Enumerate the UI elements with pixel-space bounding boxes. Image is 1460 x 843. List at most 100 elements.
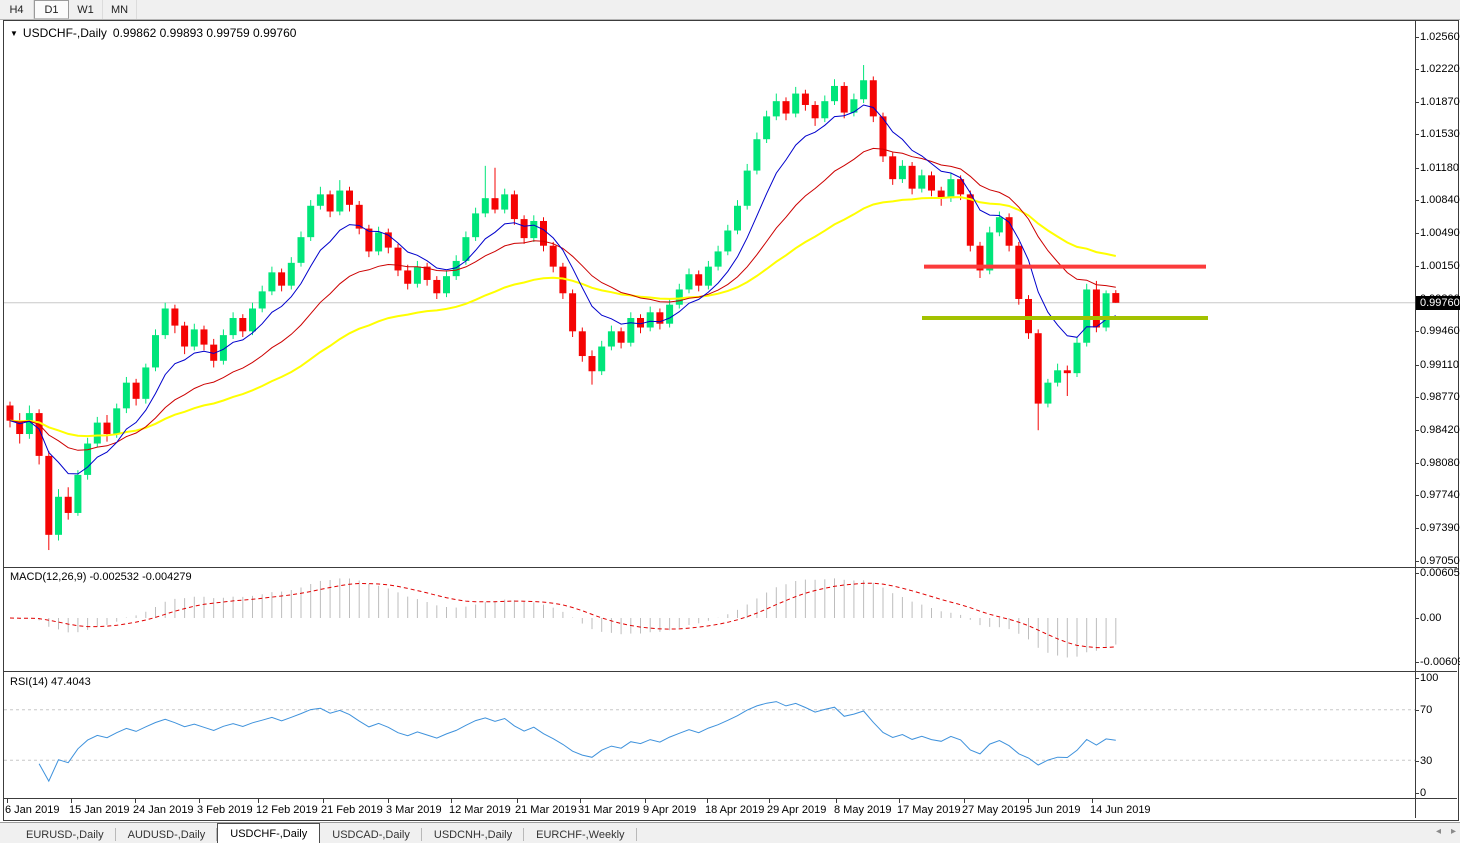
price-axis-label: 1.02560 bbox=[1420, 31, 1460, 43]
date-axis-label: 21 Mar 2019 bbox=[515, 804, 577, 816]
macd-histogram bbox=[10, 578, 1116, 657]
price-axis-label: 0.97390 bbox=[1420, 522, 1460, 534]
price-axis-label: 0.98420 bbox=[1420, 424, 1460, 436]
price-axis-label: 1.02220 bbox=[1420, 63, 1460, 75]
date-tick bbox=[899, 799, 900, 803]
chart-tab-audusddaily[interactable]: AUDUSD-,Daily bbox=[116, 826, 218, 843]
date-tick bbox=[71, 799, 72, 803]
date-axis-label: 17 May 2019 bbox=[897, 804, 961, 816]
date-tick bbox=[645, 799, 646, 803]
date-tick bbox=[199, 799, 200, 803]
date-axis-label: 9 Apr 2019 bbox=[643, 804, 696, 816]
chart-title: ▼ USDCHF-,Daily 0.99862 0.99893 0.99759 0.… bbox=[10, 26, 296, 40]
tab-scroll-right-icon[interactable]: ▸ bbox=[1451, 826, 1456, 837]
axis-tick bbox=[1416, 365, 1419, 366]
axis-tick bbox=[1416, 397, 1419, 398]
axis-tick bbox=[1416, 134, 1419, 135]
date-axis-label: 6 Jan 2019 bbox=[5, 804, 59, 816]
date-tick bbox=[580, 799, 581, 803]
axis-tick bbox=[1416, 463, 1419, 464]
date-tick bbox=[1092, 799, 1093, 803]
rsi-axis-label: 100 bbox=[1420, 672, 1438, 684]
rsi-axis-label: 0 bbox=[1420, 787, 1426, 799]
macd-axis-label: -0.006091 bbox=[1420, 656, 1460, 668]
axis-tick bbox=[1416, 495, 1419, 496]
price-axis-label: 1.00840 bbox=[1420, 194, 1460, 206]
axis-tick bbox=[1416, 710, 1419, 711]
axis-tick bbox=[1416, 102, 1419, 103]
date-axis-label: 29 Apr 2019 bbox=[767, 804, 826, 816]
rsi-label: RSI(14) 47.4043 bbox=[10, 676, 91, 688]
date-tick bbox=[7, 799, 8, 803]
current-price-tag: 0.99760 bbox=[1416, 296, 1460, 310]
timeframe-button-h4[interactable]: H4 bbox=[0, 0, 34, 19]
date-tick bbox=[1028, 799, 1029, 803]
date-tick bbox=[769, 799, 770, 803]
macd-axis-label: 0.006058 bbox=[1420, 567, 1460, 579]
date-axis-label: 3 Mar 2019 bbox=[386, 804, 442, 816]
price-chart-canvas[interactable] bbox=[4, 21, 1415, 567]
rsi-axis-label: 30 bbox=[1420, 755, 1432, 767]
macd-indicator-canvas[interactable] bbox=[4, 568, 1415, 671]
date-axis-label: 15 Jan 2019 bbox=[69, 804, 130, 816]
price-axis-label: 0.98770 bbox=[1420, 391, 1460, 403]
chart-tab-usdcaddaily[interactable]: USDCAD-,Daily bbox=[320, 826, 422, 843]
date-axis-label: 12 Mar 2019 bbox=[449, 804, 511, 816]
price-axis[interactable]: 1.025601.022201.018701.015301.011801.008… bbox=[1416, 21, 1460, 818]
axis-tick bbox=[1416, 761, 1419, 762]
rsi-indicator-canvas[interactable] bbox=[4, 672, 1415, 798]
price-axis-label: 1.01180 bbox=[1420, 162, 1459, 174]
axis-tick bbox=[1416, 561, 1419, 562]
symbol-dropdown-icon[interactable]: ▼ bbox=[10, 29, 18, 38]
ohlc-values: 0.99862 0.99893 0.99759 0.99760 bbox=[113, 26, 297, 40]
axis-tick bbox=[1416, 662, 1419, 663]
chart-tab-eurusddaily[interactable]: EURUSD-,Daily bbox=[14, 826, 116, 843]
timeframe-button-d1[interactable]: D1 bbox=[34, 0, 69, 19]
axis-tick bbox=[1416, 37, 1419, 38]
macd-label: MACD(12,26,9) -0.002532 -0.004279 bbox=[10, 571, 192, 583]
axis-tick bbox=[1416, 618, 1419, 619]
axis-tick bbox=[1416, 69, 1419, 70]
axis-tick bbox=[1416, 200, 1419, 201]
axis-tick bbox=[1416, 331, 1419, 332]
rsi-line bbox=[39, 702, 1116, 782]
date-tick bbox=[323, 799, 324, 803]
price-axis-label: 0.97050 bbox=[1420, 555, 1460, 567]
axis-tick bbox=[1416, 233, 1419, 234]
price-axis-label: 1.00150 bbox=[1420, 260, 1460, 272]
timeframe-toolbar: H4D1W1MN bbox=[0, 0, 1460, 20]
axis-tick bbox=[1416, 793, 1419, 794]
axis-tick bbox=[1416, 266, 1419, 267]
date-tick bbox=[258, 799, 259, 803]
date-axis-label: 5 Jun 2019 bbox=[1026, 804, 1080, 816]
date-axis-label: 24 Jan 2019 bbox=[133, 804, 194, 816]
date-tick bbox=[517, 799, 518, 803]
date-axis-label: 8 May 2019 bbox=[834, 804, 891, 816]
symbol-period-label: USDCHF-,Daily bbox=[23, 26, 107, 40]
chart-tab-eurchfweekly[interactable]: EURCHF-,Weekly bbox=[524, 826, 636, 843]
rsi-axis-label: 70 bbox=[1420, 704, 1432, 716]
date-axis-label: 21 Feb 2019 bbox=[321, 804, 383, 816]
chart-tab-usdcnhdaily[interactable]: USDCNH-,Daily bbox=[422, 826, 524, 843]
axis-tick bbox=[1416, 168, 1419, 169]
rsi-value: 47.4043 bbox=[51, 676, 91, 688]
date-axis-label: 14 Jun 2019 bbox=[1090, 804, 1151, 816]
date-axis-label: 27 May 2019 bbox=[962, 804, 1026, 816]
chart-tab-bar: EURUSD-,DailyAUDUSD-,DailyUSDCHF-,DailyU… bbox=[0, 822, 1460, 843]
timeframe-button-mn[interactable]: MN bbox=[103, 0, 137, 19]
date-tick bbox=[964, 799, 965, 803]
macd-main-value: -0.002532 bbox=[89, 571, 139, 583]
price-axis-label: 1.00490 bbox=[1420, 227, 1460, 239]
chart-tab-usdchfdaily[interactable]: USDCHF-,Daily bbox=[217, 823, 320, 843]
timeframe-button-w1[interactable]: W1 bbox=[69, 0, 103, 19]
axis-tick bbox=[1416, 430, 1419, 431]
price-axis-label: 0.99110 bbox=[1420, 359, 1459, 371]
terminal-window: H4D1W1MN ▼ USDCHF-,Daily 0.99862 0.99893 0… bbox=[0, 0, 1460, 843]
price-axis-label: 0.97740 bbox=[1420, 489, 1460, 501]
date-axis-label: 18 Apr 2019 bbox=[705, 804, 764, 816]
date-axis[interactable]: 6 Jan 201915 Jan 201924 Jan 20193 Feb 20… bbox=[4, 799, 1415, 818]
macd-axis-label: 0.00 bbox=[1420, 612, 1441, 624]
tab-scroll-left-icon[interactable]: ◂ bbox=[1436, 826, 1441, 837]
date-tick bbox=[388, 799, 389, 803]
date-tick bbox=[707, 799, 708, 803]
